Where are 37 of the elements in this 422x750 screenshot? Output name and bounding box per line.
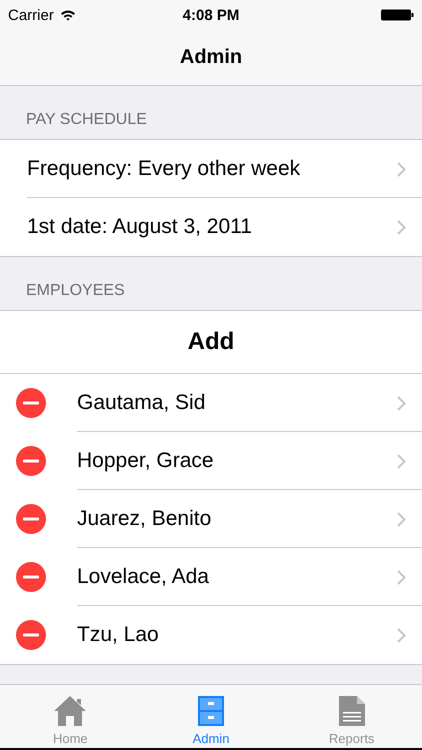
row-label: Lovelace, Ada	[76, 565, 210, 589]
table-row[interactable]: 1st date: August 3, 2011	[0, 198, 422, 256]
wifi-icon	[60, 9, 76, 21]
section-header: EMPLOYEES	[26, 282, 125, 300]
table-row[interactable]: Juarez, Benito	[0, 490, 422, 548]
chevron-icon	[397, 512, 406, 526]
delete-icon[interactable]	[16, 388, 46, 418]
battery-icon	[381, 9, 414, 21]
delete-icon[interactable]	[16, 504, 46, 534]
cabinet-icon	[197, 695, 225, 727]
row-label: Gautama, Sid	[76, 391, 206, 415]
chevron-icon	[397, 396, 406, 410]
tab[interactable]: Admin	[140, 685, 282, 748]
row-label: 1st date: August 3, 2011	[26, 215, 253, 239]
table-row[interactable]: Gautama, Sid	[0, 374, 422, 432]
house-icon	[53, 695, 88, 727]
table-row[interactable]: Tzu, Lao	[0, 606, 422, 664]
table-row[interactable]: Lovelace, Ada	[0, 548, 422, 606]
table-row[interactable]: Hopper, Grace	[0, 432, 422, 490]
delete-icon[interactable]	[16, 562, 46, 592]
chevron-icon	[397, 570, 406, 584]
row-label: Juarez, Benito	[76, 507, 212, 531]
delete-icon[interactable]	[16, 446, 46, 476]
chevron-icon	[397, 454, 406, 468]
row-label: Frequency: Every other week	[26, 157, 302, 181]
carrier-name: Carrier	[8, 6, 54, 24]
document-icon	[338, 695, 366, 727]
chevron-icon	[397, 162, 406, 176]
chevron-icon	[397, 628, 406, 642]
nav-title: Admin	[180, 46, 242, 69]
row-label: Hopper, Grace	[76, 449, 215, 473]
delete-icon[interactable]	[16, 620, 46, 650]
section-header: PAY SCHEDULE	[26, 111, 147, 129]
table-row[interactable]: Frequency: Every other week	[0, 140, 422, 198]
chevron-icon	[397, 220, 406, 234]
row-label: Tzu, Lao	[76, 623, 160, 647]
status-time: 4:08 PM	[182, 6, 240, 24]
